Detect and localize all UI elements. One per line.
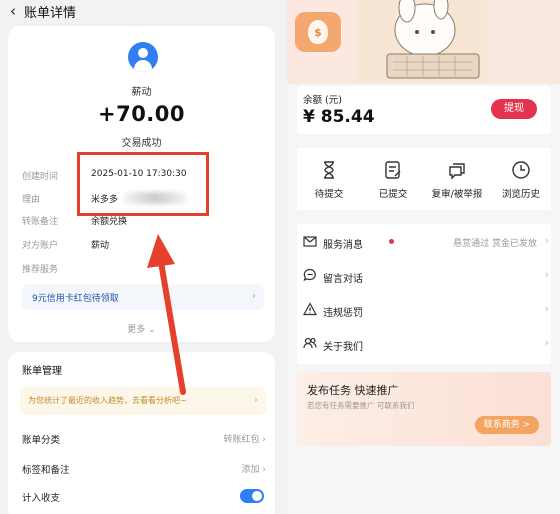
warning-icon [303, 302, 317, 316]
unread-badge [389, 239, 394, 244]
contact-business-button[interactable]: 联系商务 > [475, 416, 539, 434]
bunny-illustration [357, 0, 487, 82]
annotation-arrow [147, 234, 186, 395]
menu-label: 关于我们 [323, 342, 363, 353]
money-bag-icon: $ [295, 12, 341, 52]
shortcut-history[interactable]: 浏览历史 [489, 160, 553, 200]
bag-shape: $ [308, 20, 328, 44]
hourglass-icon [324, 161, 334, 179]
chat-icon [303, 268, 316, 282]
shortcut-submitted[interactable]: 已提交 [361, 160, 425, 200]
arrow-shaft [158, 259, 186, 395]
shortcut-pending[interactable]: 待提交 [297, 160, 361, 200]
profile-screen: $ 余额 (元) ¥ 85.44 提现 待提交 已提交 复审/被举报 浏览历史 … [287, 0, 560, 514]
clock-icon [512, 161, 530, 179]
menu-item-service-messages[interactable]: 服务消息 悬赏通过 赏金已发放 › [297, 226, 551, 256]
balance-card: 余额 (元) ¥ 85.44 提现 [297, 86, 551, 134]
document-edit-icon [385, 161, 401, 179]
publish-task-banner: 发布任务 快速推广 若您有任务需要推广 可联系我们 联系商务 > [297, 372, 551, 446]
users-icon [303, 337, 317, 349]
menu-label: 服务消息 [323, 240, 363, 251]
shortcut-label: 复审/被举报 [431, 189, 483, 200]
chevron-right-icon: › [544, 268, 549, 281]
menu-label: 违规惩罚 [323, 308, 363, 319]
bunny-ear-left [398, 0, 416, 23]
menu-right-text: 悬赏通过 赏金已发放 [453, 239, 537, 249]
chevron-right-icon: › [544, 234, 549, 247]
menu-label: 留言对话 [323, 274, 363, 285]
menu-item-violations[interactable]: 违规惩罚 › [297, 294, 551, 324]
arrow-head [147, 234, 175, 268]
header-banner: $ [287, 0, 560, 84]
shortcut-label: 已提交 [378, 189, 408, 200]
publish-title: 发布任务 快速推广 [307, 384, 399, 397]
shortcut-label: 待提交 [314, 189, 344, 200]
balance-label: 余额 (元) [303, 95, 342, 106]
withdraw-button[interactable]: 提现 [491, 99, 537, 119]
shortcut-label: 浏览历史 [501, 189, 540, 200]
keyboard [386, 53, 480, 79]
shortcut-grid: 待提交 已提交 复审/被举报 浏览历史 [297, 148, 551, 210]
chevron-right-icon: › [544, 336, 549, 349]
menu-item-about[interactable]: 关于我们 › [297, 328, 551, 358]
publish-subtitle: 若您有任务需要推广 可联系我们 [307, 401, 415, 410]
settings-menu: 服务消息 悬赏通过 赏金已发放 › 留言对话 › 违规惩罚 › 关于我们 › [297, 224, 551, 364]
menu-item-messages[interactable]: 留言对话 › [297, 260, 551, 290]
chevron-right-icon: › [544, 302, 549, 315]
chat-bubbles-icon [449, 163, 465, 180]
bill-detail-screen: ‹ 账单详情 薪动 +70.00 交易成功 创建时间 2025-01-10 17… [0, 0, 287, 514]
bunny-eye-right [431, 30, 435, 34]
mail-icon [303, 236, 317, 247]
balance-value: ¥ 85.44 [303, 107, 375, 127]
shortcut-review[interactable]: 复审/被举报 [425, 160, 489, 200]
bunny-ear-right [433, 0, 449, 20]
bunny-eye-left [415, 30, 419, 34]
